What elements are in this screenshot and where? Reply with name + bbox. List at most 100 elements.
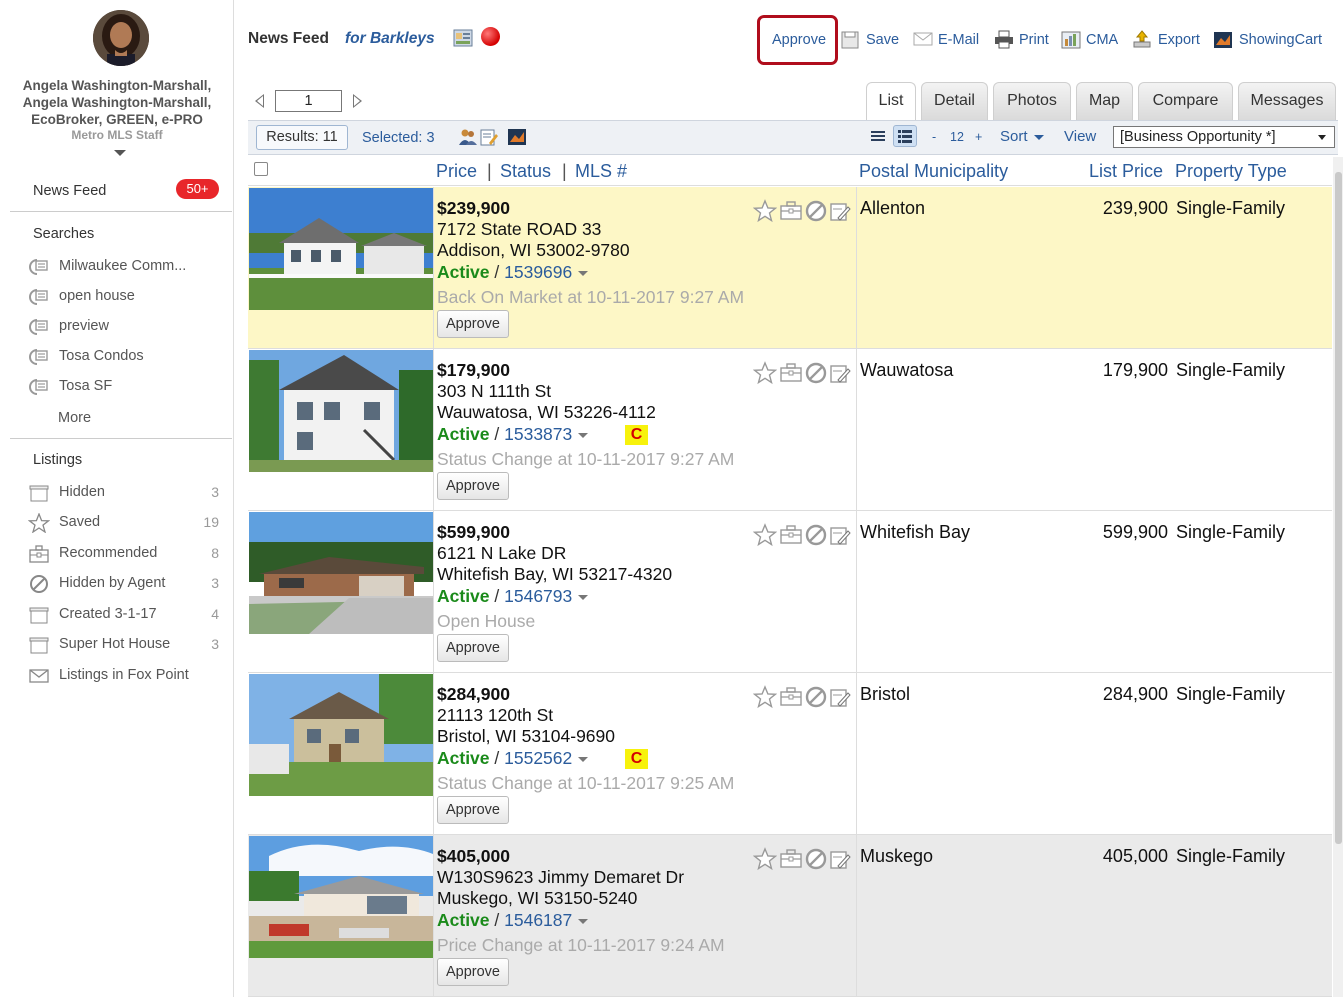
tab-detail[interactable]: Detail bbox=[921, 82, 988, 120]
listing-photo[interactable] bbox=[249, 836, 433, 958]
listing-folder-recommended[interactable]: Recommended 8 bbox=[28, 543, 224, 565]
listing-mls-link[interactable]: 1546187 bbox=[504, 910, 572, 930]
hide-icon[interactable] bbox=[804, 199, 828, 223]
listing-mls-link[interactable]: 1533873 bbox=[504, 424, 572, 444]
star-icon[interactable] bbox=[752, 685, 778, 709]
tab-messages[interactable]: Messages bbox=[1238, 82, 1336, 120]
detail-list-view-icon[interactable] bbox=[893, 125, 917, 147]
col-property-type[interactable]: Property Type bbox=[1175, 161, 1287, 182]
chevron-down-icon[interactable] bbox=[578, 756, 589, 762]
star-icon[interactable] bbox=[752, 523, 778, 547]
email-button[interactable]: E-Mail bbox=[913, 30, 983, 50]
listing-row[interactable]: 3 $599,900 6121 N Lake DR Whitefish Bay,… bbox=[248, 511, 1332, 673]
listing-row[interactable]: 2 $179,900 303 N 111th St Wauwatosa, WI … bbox=[248, 349, 1332, 511]
saved-search-item[interactable]: Tosa Condos bbox=[28, 346, 224, 368]
briefcase-icon[interactable] bbox=[779, 199, 803, 223]
edit-notes-icon[interactable] bbox=[480, 128, 498, 146]
listing-mls-link[interactable]: 1539696 bbox=[504, 262, 572, 282]
list-view-icon[interactable] bbox=[866, 125, 890, 147]
increase-per-page[interactable]: + bbox=[975, 130, 982, 144]
briefcase-icon[interactable] bbox=[779, 847, 803, 871]
listing-photo[interactable] bbox=[249, 188, 433, 310]
people-icon[interactable] bbox=[459, 128, 477, 146]
col-status[interactable]: Status bbox=[500, 161, 551, 182]
approve-button[interactable]: Approve bbox=[437, 796, 509, 824]
listing-folder-hidden-by-agent[interactable]: Hidden by Agent 3 bbox=[28, 573, 224, 595]
listing-folder-hidden[interactable]: Hidden 3 bbox=[28, 482, 224, 504]
listing-photo[interactable] bbox=[249, 674, 433, 796]
listing-row[interactable]: 1 $239,900 7172 State ROAD 33 Addison, W… bbox=[248, 187, 1332, 349]
chevron-down-icon[interactable] bbox=[578, 594, 589, 600]
next-page-arrow-icon[interactable] bbox=[353, 94, 362, 108]
prev-page-arrow-icon[interactable] bbox=[255, 94, 264, 108]
client-card-icon[interactable] bbox=[453, 29, 473, 47]
tab-compare[interactable]: Compare bbox=[1138, 82, 1233, 120]
showing-cart-icon[interactable] bbox=[508, 128, 526, 146]
sidebar-news-feed[interactable]: News Feed bbox=[33, 183, 106, 199]
briefcase-icon[interactable] bbox=[779, 523, 803, 547]
chevron-down-icon[interactable] bbox=[578, 918, 589, 924]
tab-photos[interactable]: Photos bbox=[993, 82, 1071, 120]
listing-folder-created[interactable]: Created 3-1-17 4 bbox=[28, 604, 224, 626]
chevron-down-icon[interactable] bbox=[578, 432, 589, 438]
saved-search-item[interactable]: Milwaukee Comm... bbox=[28, 256, 224, 278]
listing-mls-link[interactable]: 1552562 bbox=[504, 748, 572, 768]
col-price[interactable]: Price bbox=[436, 161, 477, 182]
listing-folder-super-hot[interactable]: Super Hot House 3 bbox=[28, 634, 224, 656]
listing-row[interactable]: 4 $284,900 21113 120th St Bristol, WI 53… bbox=[248, 673, 1332, 835]
listing-photo[interactable] bbox=[249, 350, 433, 472]
listing-change-note: Open House bbox=[437, 611, 536, 631]
chevron-down-icon[interactable] bbox=[114, 150, 126, 156]
listing-folder-saved[interactable]: Saved 19 bbox=[27, 512, 224, 534]
chevron-down-icon[interactable] bbox=[578, 270, 589, 276]
select-all-checkbox[interactable] bbox=[254, 162, 268, 176]
approve-all-button[interactable]: Approve bbox=[772, 32, 826, 48]
scrollbar-thumb[interactable] bbox=[1335, 172, 1342, 844]
col-list-price[interactable]: List Price bbox=[1089, 161, 1163, 182]
notes-icon[interactable] bbox=[828, 847, 852, 871]
saved-search-item[interactable]: preview bbox=[28, 316, 224, 338]
saved-search-item[interactable]: open house bbox=[28, 286, 224, 308]
star-icon[interactable] bbox=[752, 847, 778, 871]
cma-button[interactable]: CMA bbox=[1061, 30, 1121, 50]
col-municipality[interactable]: Postal Municipality bbox=[859, 161, 1008, 182]
view-select[interactable]: [Business Opportunity *] bbox=[1113, 126, 1335, 148]
selected-count[interactable]: Selected: 3 bbox=[362, 130, 435, 146]
tab-map[interactable]: Map bbox=[1076, 82, 1133, 120]
approve-button[interactable]: Approve bbox=[437, 634, 509, 662]
hide-icon[interactable] bbox=[804, 523, 828, 547]
client-name[interactable]: for Barkleys bbox=[345, 30, 435, 48]
export-button[interactable]: Export bbox=[1132, 30, 1202, 50]
tab-list[interactable]: List bbox=[866, 82, 916, 121]
results-count[interactable]: Results: 11 bbox=[256, 125, 348, 150]
hide-icon[interactable] bbox=[804, 361, 828, 385]
more-searches-link[interactable]: More bbox=[58, 410, 91, 426]
approve-button[interactable]: Approve bbox=[437, 310, 509, 338]
briefcase-icon[interactable] bbox=[779, 685, 803, 709]
listing-photo[interactable] bbox=[249, 512, 433, 634]
briefcase-icon[interactable] bbox=[779, 361, 803, 385]
saved-search-item[interactable]: Tosa SF bbox=[28, 376, 224, 398]
avatar[interactable] bbox=[93, 10, 149, 66]
decrease-per-page[interactable]: - bbox=[932, 130, 936, 144]
listing-mls-link[interactable]: 1546793 bbox=[504, 586, 572, 606]
hide-icon[interactable] bbox=[804, 847, 828, 871]
approve-button[interactable]: Approve bbox=[437, 472, 509, 500]
notes-icon[interactable] bbox=[828, 361, 852, 385]
save-button[interactable]: Save bbox=[841, 30, 901, 50]
stop-icon[interactable] bbox=[481, 27, 500, 46]
notes-icon[interactable] bbox=[828, 685, 852, 709]
star-icon[interactable] bbox=[752, 199, 778, 223]
showing-cart-button[interactable]: ShowingCart bbox=[1213, 30, 1328, 50]
listing-row[interactable]: 5 $405,000 W130S9623 Jimmy Demaret Dr Mu… bbox=[248, 835, 1332, 997]
sort-dropdown[interactable]: Sort bbox=[1000, 128, 1044, 145]
hide-icon[interactable] bbox=[804, 685, 828, 709]
page-number-input[interactable]: 1 bbox=[275, 90, 342, 112]
print-button[interactable]: Print bbox=[994, 30, 1050, 50]
listing-folder-fox-point[interactable]: Listings in Fox Point bbox=[28, 665, 224, 687]
notes-icon[interactable] bbox=[828, 523, 852, 547]
star-icon[interactable] bbox=[752, 361, 778, 385]
notes-icon[interactable] bbox=[828, 199, 852, 223]
approve-button[interactable]: Approve bbox=[437, 958, 509, 986]
col-mls[interactable]: MLS # bbox=[575, 161, 627, 182]
